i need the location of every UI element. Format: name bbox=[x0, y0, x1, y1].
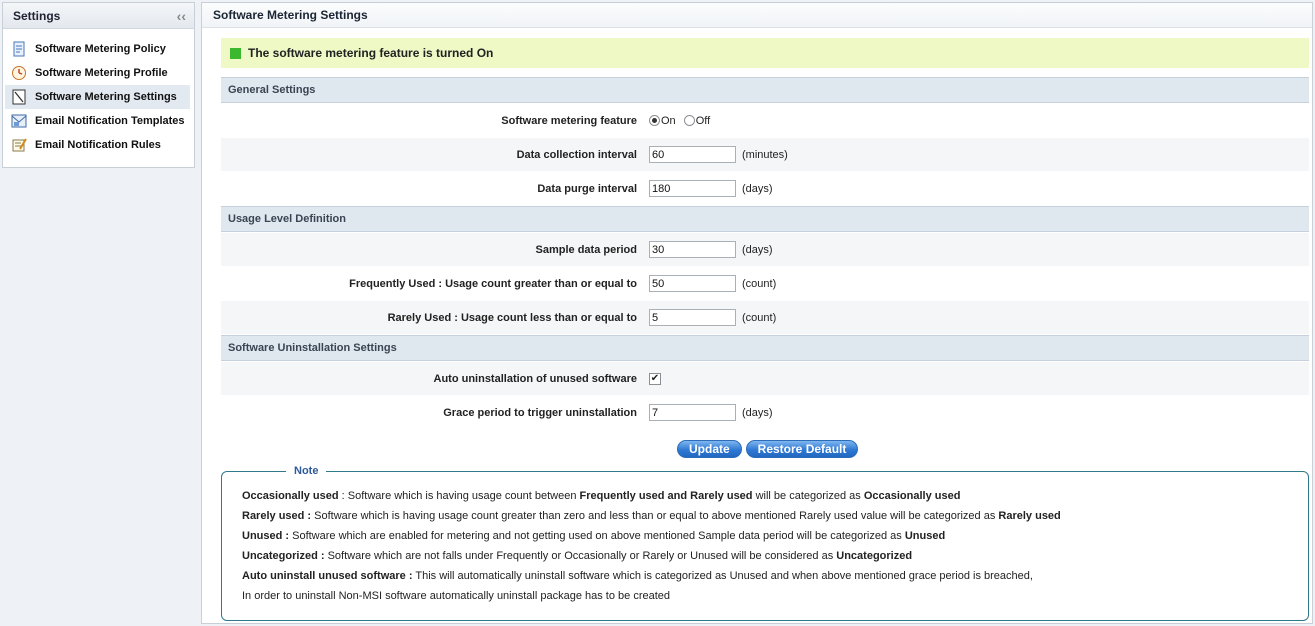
note-auto-uninstall: Auto uninstall unused software : This wi… bbox=[242, 570, 1033, 582]
sidebar-item-metering-profile[interactable]: Software Metering Profile bbox=[5, 61, 190, 85]
email-template-icon bbox=[11, 113, 27, 129]
sample-period-label: Sample data period bbox=[535, 243, 637, 256]
settings-sidebar: Settings ‹‹ Software Metering Policy Sof… bbox=[2, 2, 195, 168]
rarely-used-input[interactable] bbox=[649, 309, 736, 326]
frequently-used-label: Frequently Used : Usage count greater th… bbox=[349, 277, 637, 290]
sidebar-item-email-rules[interactable]: Email Notification Rules bbox=[5, 133, 190, 157]
sidebar-item-email-templates[interactable]: Email Notification Templates bbox=[5, 109, 190, 133]
metering-feature-row: Software metering feature On Off bbox=[221, 104, 1309, 138]
sidebar-item-label: Email Notification Templates bbox=[35, 115, 185, 127]
rarely-used-unit: (count) bbox=[742, 311, 777, 324]
metering-feature-options: On Off bbox=[649, 115, 718, 127]
settings-document-icon bbox=[11, 89, 27, 105]
auto-uninstall-row: Auto uninstallation of unused software ✔ bbox=[221, 362, 1309, 396]
sample-period-unit: (days) bbox=[742, 243, 773, 256]
note-legend: Note bbox=[286, 465, 327, 477]
collection-interval-label: Data collection interval bbox=[516, 148, 637, 161]
action-buttons: Update Restore Default bbox=[677, 440, 859, 458]
note-box: Note Occasionally used : Software which … bbox=[221, 465, 1309, 621]
auto-uninstall-checkbox[interactable]: ✔ bbox=[649, 372, 661, 385]
metering-off-label[interactable]: Off bbox=[696, 115, 710, 127]
note-lines: Occasionally used : Software which is ha… bbox=[242, 486, 1061, 606]
frequently-used-input[interactable] bbox=[649, 275, 736, 292]
frequently-used-row: Frequently Used : Usage count greater th… bbox=[221, 267, 1309, 301]
purge-interval-input[interactable] bbox=[649, 180, 736, 197]
purge-interval-label: Data purge interval bbox=[537, 182, 637, 195]
note-non-msi: In order to uninstall Non-MSI software a… bbox=[242, 590, 671, 602]
note-rarely-used: Rarely used : Software which is having u… bbox=[242, 510, 1061, 522]
uninstallation-settings-header: Software Uninstallation Settings bbox=[221, 335, 1309, 361]
grace-period-unit: (days) bbox=[742, 406, 773, 419]
sidebar-item-label: Software Metering Policy bbox=[35, 43, 166, 55]
collection-interval-unit: (minutes) bbox=[742, 148, 788, 161]
sidebar-item-metering-policy[interactable]: Software Metering Policy bbox=[5, 37, 190, 61]
metering-off-radio[interactable] bbox=[683, 115, 695, 126]
general-settings-header: General Settings bbox=[221, 77, 1309, 103]
sidebar-item-label: Software Metering Profile bbox=[35, 67, 168, 79]
profile-clock-icon bbox=[11, 65, 27, 81]
sidebar-item-metering-settings[interactable]: Software Metering Settings bbox=[5, 85, 190, 109]
update-button[interactable]: Update bbox=[677, 440, 742, 458]
metering-feature-label: Software metering feature bbox=[501, 114, 637, 127]
rarely-used-row: Rarely Used : Usage count less than or e… bbox=[221, 301, 1309, 335]
metering-on-label[interactable]: On bbox=[661, 115, 676, 127]
status-on-icon bbox=[230, 47, 241, 59]
auto-uninstall-label: Auto uninstallation of unused software bbox=[433, 372, 638, 385]
status-banner-text: The software metering feature is turned … bbox=[248, 46, 494, 60]
usage-level-header: Usage Level Definition bbox=[221, 206, 1309, 232]
restore-default-button[interactable]: Restore Default bbox=[745, 440, 859, 458]
sidebar-item-label: Email Notification Rules bbox=[35, 139, 161, 151]
sample-period-input[interactable] bbox=[649, 241, 736, 258]
sidebar-header: Settings ‹‹ bbox=[3, 3, 194, 29]
grace-period-label: Grace period to trigger uninstallation bbox=[443, 406, 637, 419]
main-panel: Software Metering Settings The software … bbox=[201, 2, 1313, 624]
email-rules-icon bbox=[11, 137, 27, 153]
sample-period-row: Sample data period (days) bbox=[221, 233, 1309, 267]
grace-period-input[interactable] bbox=[649, 404, 736, 421]
collection-interval-input[interactable] bbox=[649, 146, 736, 163]
grace-period-row: Grace period to trigger uninstallation (… bbox=[221, 396, 1309, 430]
sidebar-list: Software Metering Policy Software Meteri… bbox=[3, 29, 194, 157]
sidebar-title: Settings bbox=[13, 8, 61, 23]
metering-on-radio[interactable] bbox=[649, 115, 660, 126]
frequently-used-unit: (count) bbox=[742, 277, 777, 290]
note-unused: Unused : Software which are enabled for … bbox=[242, 530, 946, 542]
note-occasionally-used: Occasionally used : Software which is ha… bbox=[242, 490, 961, 502]
status-banner: The software metering feature is turned … bbox=[221, 38, 1309, 68]
purge-interval-row: Data purge interval (days) bbox=[221, 172, 1309, 206]
rarely-used-label: Rarely Used : Usage count less than or e… bbox=[387, 311, 637, 324]
collapse-chevron-icon[interactable]: ‹‹ bbox=[177, 9, 186, 23]
policy-document-icon bbox=[11, 41, 27, 57]
collection-interval-row: Data collection interval (minutes) bbox=[221, 138, 1309, 172]
note-uncategorized: Uncategorized : Software which are not f… bbox=[242, 550, 913, 562]
purge-interval-unit: (days) bbox=[742, 182, 773, 195]
page-title: Software Metering Settings bbox=[202, 3, 1312, 28]
sidebar-item-label: Software Metering Settings bbox=[35, 91, 177, 103]
